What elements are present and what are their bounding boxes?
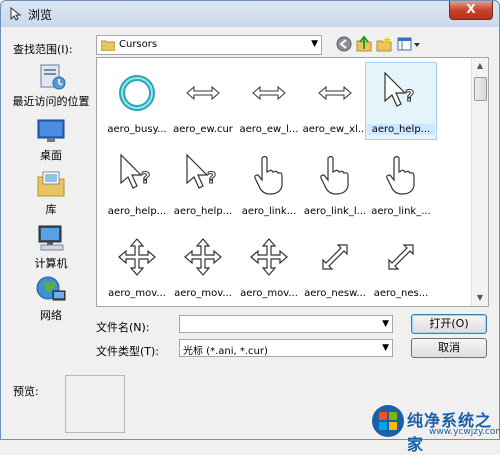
file-name-label: 文件名(N):: [96, 321, 150, 334]
file-list[interactable]: aero_busy... aero_ew.cur aero_ew_l... aero_…: [96, 57, 489, 307]
vertical-scrollbar[interactable]: ▲ ▼: [471, 58, 488, 306]
file-type-label: 文件类型(T):: [96, 345, 160, 358]
file-item[interactable]: aero_link_l...: [303, 146, 367, 224]
move-cursor-icon: [237, 228, 301, 286]
file-item[interactable]: aero_ew_l...: [237, 64, 301, 142]
hand-cursor-icon: [303, 146, 367, 204]
file-item-label: aero_link_...: [371, 206, 431, 217]
place-label: 计算机: [34, 257, 68, 270]
scrollbar-thumb[interactable]: [474, 77, 487, 101]
nesw-arrow-icon: [303, 228, 367, 286]
help-cursor-icon: ?: [369, 64, 433, 122]
place-label: 桌面: [40, 149, 62, 162]
place-label: 库: [45, 203, 57, 216]
file-item[interactable]: aero_nesw...: [303, 228, 367, 306]
new-folder-icon[interactable]: [375, 35, 393, 53]
dialog-body: 查找范围(I): Cursors ▼ 最近访问的位置 桌面 库 计算机 网络 a…: [1, 27, 499, 439]
file-item[interactable]: aero_link_...: [369, 146, 433, 224]
place-recent[interactable]: 最近访问的位置: [9, 61, 93, 109]
svg-text:?: ?: [405, 86, 414, 105]
file-item[interactable]: aero_ew_xl...: [303, 64, 367, 142]
file-item[interactable]: aero_busy...: [105, 64, 169, 142]
ew-arrow-icon: [237, 64, 301, 122]
move-cursor-icon: [105, 228, 169, 286]
nesw-arrow-icon: [369, 228, 433, 286]
look-in-label: 查找范围(I):: [13, 43, 73, 56]
busy-ring-icon: [105, 64, 169, 122]
file-type-value: 光标 (*.ani, *.cur): [183, 346, 268, 357]
recent-places-icon: [40, 64, 66, 90]
file-item-label: aero_ew_xl...: [302, 124, 368, 135]
place-label: 最近访问的位置: [12, 95, 90, 108]
places-bar: 最近访问的位置 桌面 库 计算机 网络: [9, 57, 93, 322]
look-in-dropdown[interactable]: Cursors ▼: [96, 35, 322, 55]
look-in-value: Cursors: [119, 39, 158, 50]
preview-pane: [65, 375, 125, 433]
preview-label: 预览:: [13, 385, 39, 398]
folder-icon: [101, 40, 115, 51]
file-item-label: aero_mov...: [108, 288, 166, 299]
cancel-button[interactable]: 取消: [411, 338, 487, 358]
file-item-label: aero_nes...: [373, 288, 429, 299]
file-item[interactable]: ? aero_help...: [105, 146, 169, 224]
close-button[interactable]: X: [449, 1, 493, 20]
chevron-down-icon: ▼: [311, 39, 318, 49]
help-cursor-icon: ?: [105, 146, 169, 204]
place-label: 网络: [40, 309, 62, 322]
file-item-label: aero_busy...: [107, 124, 167, 135]
watermark-url: www.ycwjzy.com: [429, 427, 500, 437]
up-folder-icon[interactable]: [355, 35, 373, 53]
title-bar[interactable]: 浏览 X: [1, 1, 499, 27]
ew-arrow-icon: [303, 64, 367, 122]
chevron-down-icon: ▼: [382, 343, 389, 353]
file-item-label: aero_link...: [241, 206, 297, 217]
libraries-icon: [37, 171, 65, 197]
scroll-up-icon[interactable]: ▲: [472, 58, 488, 74]
help-cursor-icon: ?: [171, 146, 235, 204]
watermark: 纯净系统之家 www.ycwjzy.com: [369, 403, 500, 454]
window-title: 浏览: [28, 8, 53, 22]
file-type-dropdown[interactable]: 光标 (*.ani, *.cur) ▼: [179, 339, 393, 357]
chevron-down-icon[interactable]: ▼: [382, 319, 389, 329]
file-item-label: aero_mov...: [174, 288, 232, 299]
network-icon: [36, 276, 66, 301]
place-desktop[interactable]: 桌面: [9, 117, 93, 163]
view-menu-icon[interactable]: [397, 35, 421, 53]
file-item-label: aero_help...: [367, 124, 435, 135]
file-item[interactable]: aero_mov...: [105, 228, 169, 306]
file-item-label: aero_link_l...: [303, 206, 367, 217]
hand-cursor-icon: [369, 146, 433, 204]
ew-arrow-icon: [171, 64, 235, 122]
desktop-icon: [37, 119, 65, 142]
file-item[interactable]: aero_mov...: [237, 228, 301, 306]
back-icon[interactable]: [335, 35, 353, 53]
file-item[interactable]: aero_link...: [237, 146, 301, 224]
svg-text:?: ?: [141, 168, 150, 187]
file-item[interactable]: aero_ew.cur: [171, 64, 235, 142]
svg-text:?: ?: [207, 168, 216, 187]
cursor-app-icon: [10, 6, 22, 21]
file-item-label: aero_help...: [107, 206, 167, 217]
place-computer[interactable]: 计算机: [9, 223, 93, 271]
file-item[interactable]: ? aero_help...: [365, 62, 437, 142]
file-item[interactable]: aero_nes...: [369, 228, 433, 306]
file-item[interactable]: ? aero_help...: [171, 146, 235, 224]
open-button[interactable]: 打开(O): [411, 314, 487, 334]
file-item-label: aero_ew.cur: [173, 124, 233, 135]
computer-icon: [38, 225, 64, 251]
file-item-label: aero_mov...: [240, 288, 298, 299]
scroll-down-icon[interactable]: ▼: [472, 290, 488, 306]
file-item-label: aero_nesw...: [304, 288, 366, 299]
file-name-input[interactable]: ▼: [179, 315, 393, 333]
place-network[interactable]: 网络: [9, 275, 93, 323]
hand-cursor-icon: [237, 146, 301, 204]
windows-logo-icon: [372, 405, 404, 437]
file-item-label: aero_ew_l...: [239, 124, 299, 135]
file-item[interactable]: aero_mov...: [171, 228, 235, 306]
file-browse-dialog: 浏览 X 查找范围(I): Cursors ▼ 最近访问的位置 桌面 库 计算机…: [0, 0, 500, 454]
file-item-label: aero_help...: [173, 206, 233, 217]
move-cursor-icon: [171, 228, 235, 286]
place-libraries[interactable]: 库: [9, 169, 93, 217]
